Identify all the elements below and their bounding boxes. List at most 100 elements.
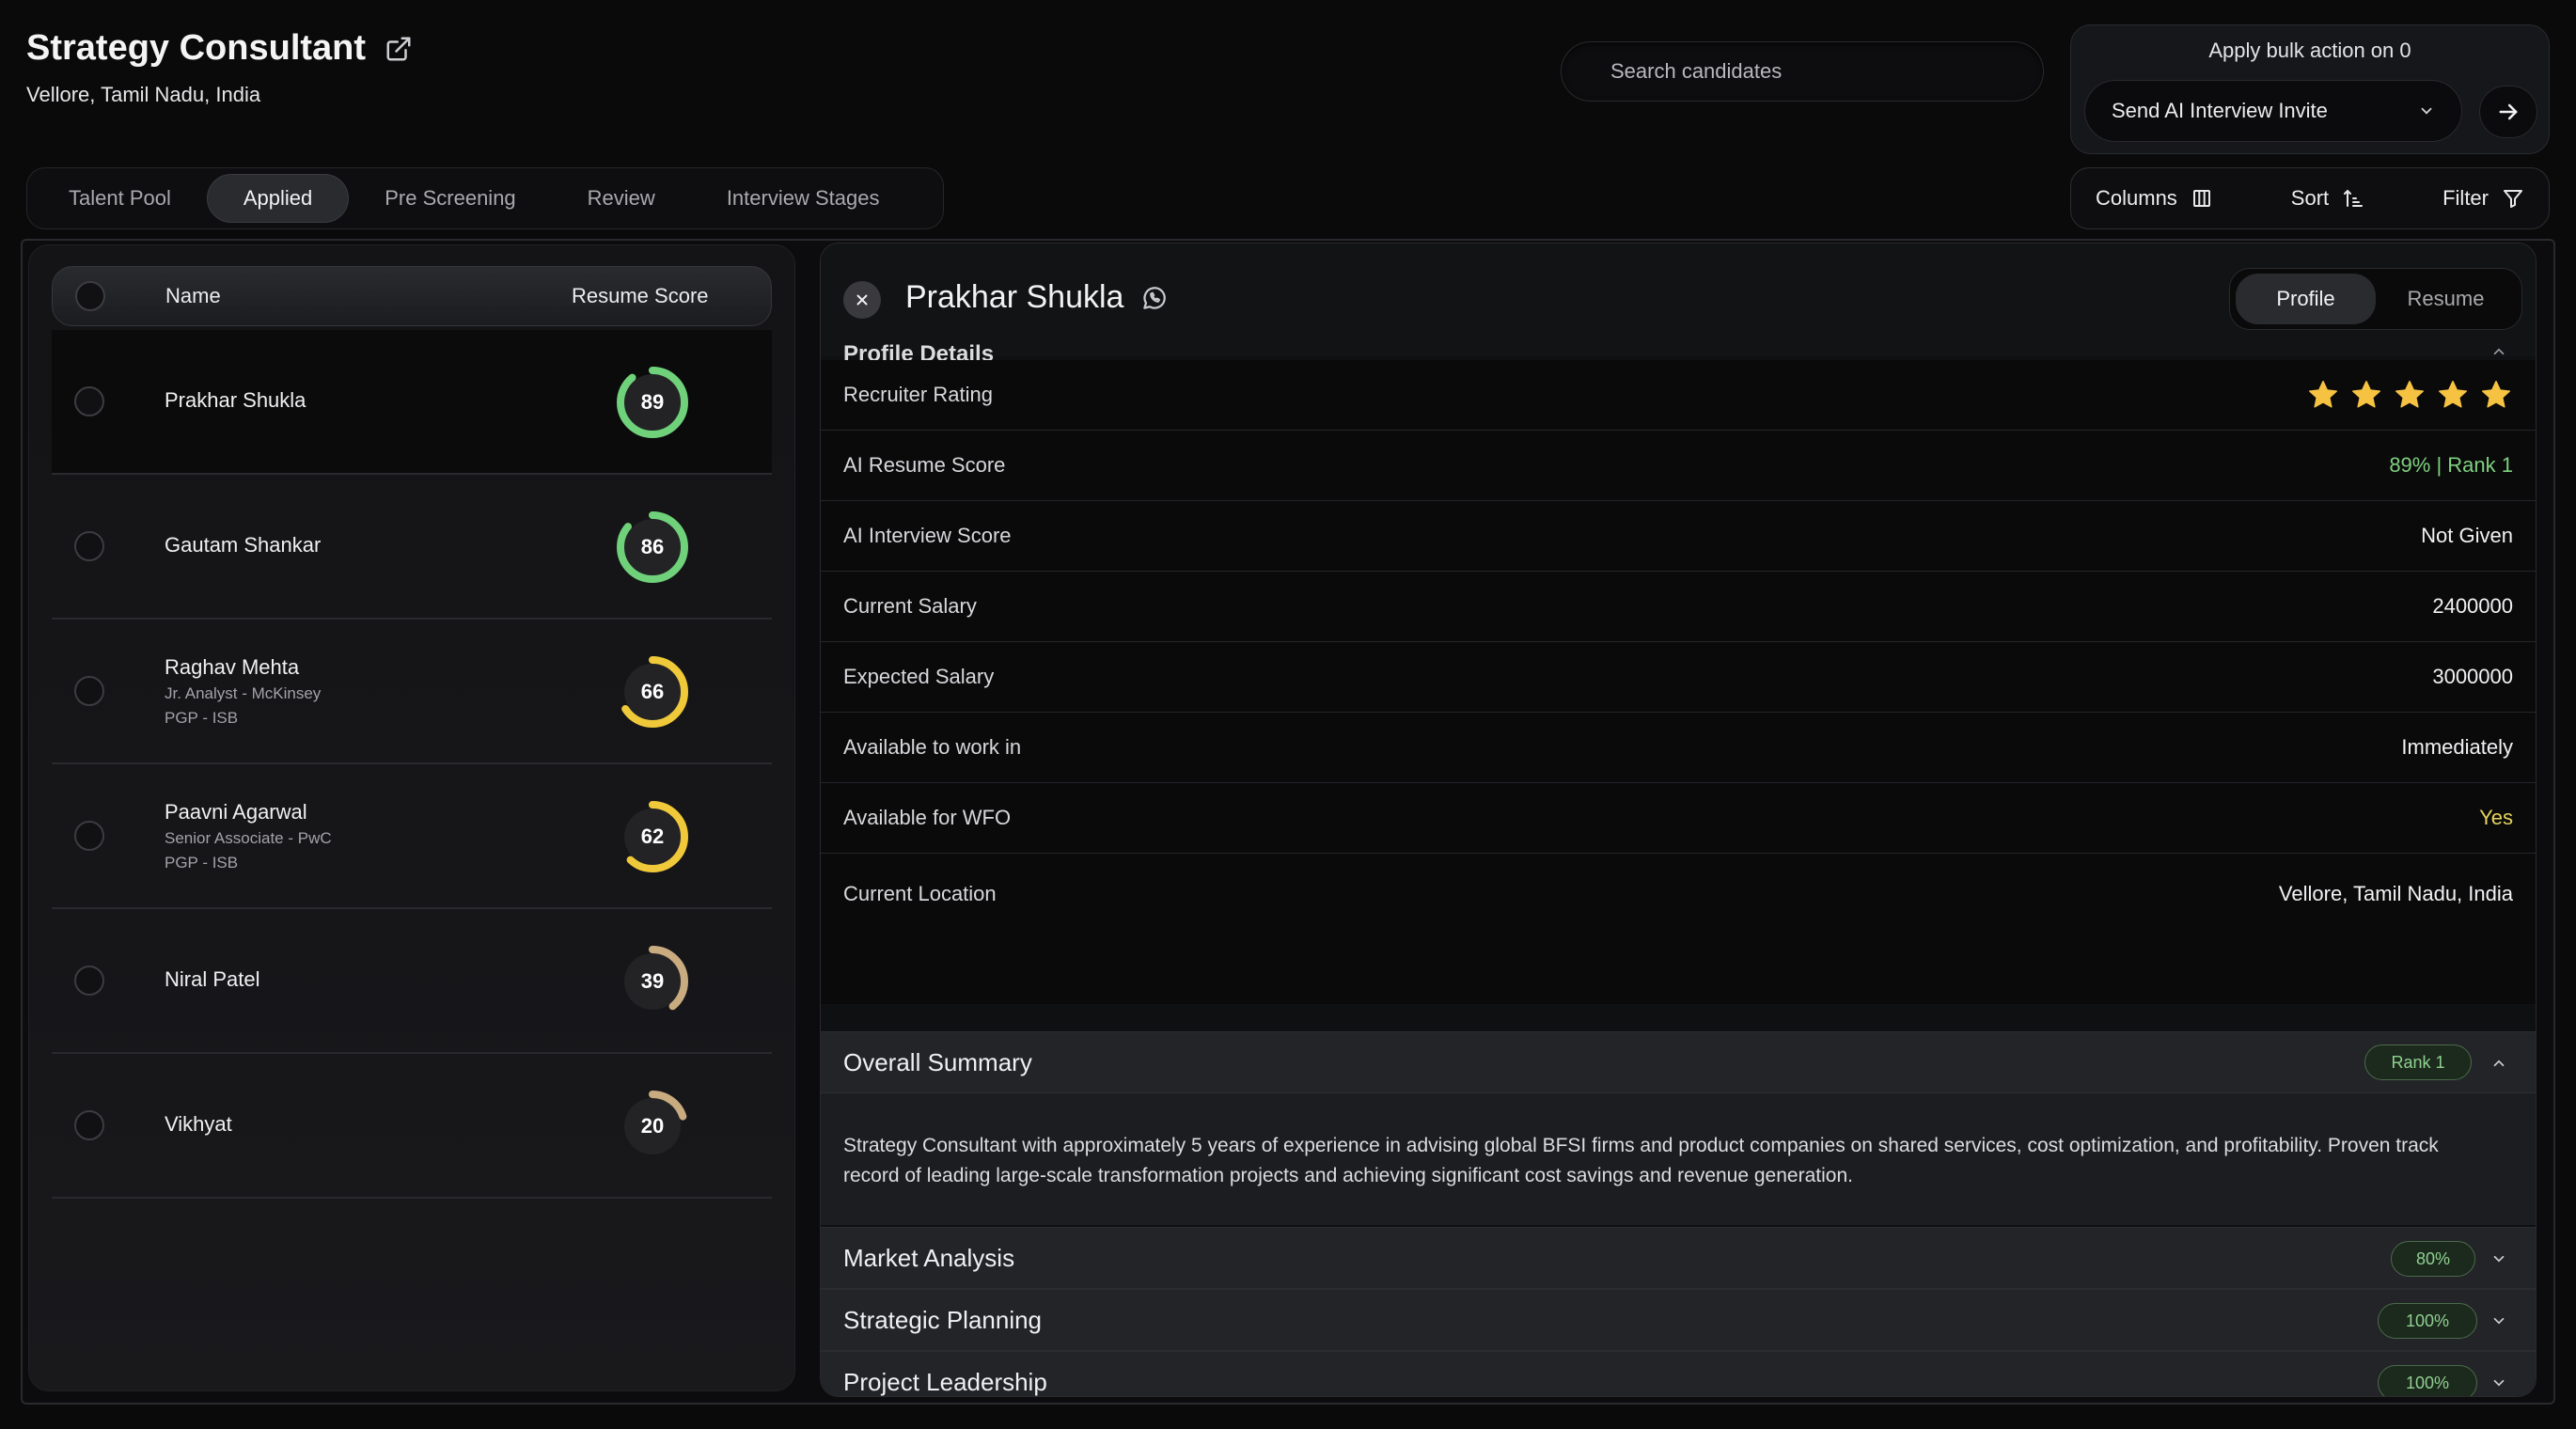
search-input[interactable]: Search candidates xyxy=(1561,41,2044,102)
star-icon[interactable] xyxy=(2349,378,2383,412)
filter-button[interactable]: Filter xyxy=(2442,186,2524,211)
tab-profile[interactable]: Profile xyxy=(2236,274,2376,324)
tab-interview-stages[interactable]: Interview Stages xyxy=(691,174,916,223)
close-button[interactable] xyxy=(843,281,881,319)
chevron-down-icon[interactable] xyxy=(2490,1374,2507,1391)
skill-score-badge: 100% xyxy=(2378,1303,2477,1339)
bulk-action-panel: Apply bulk action on 0 Send AI Interview… xyxy=(2070,24,2550,154)
score-ring: 62 xyxy=(612,796,693,877)
row-select-radio[interactable] xyxy=(74,676,104,706)
tab-pre-screening[interactable]: Pre Screening xyxy=(349,174,551,223)
stage-tabs: Talent Pool Applied Pre Screening Review… xyxy=(26,167,944,229)
candidate-list: Name Resume Score Prakhar Shukla 89 Gaut… xyxy=(28,244,795,1391)
bulk-apply-button[interactable] xyxy=(2479,86,2537,138)
columns-icon xyxy=(2192,190,2210,207)
accordion-title: Market Analysis xyxy=(843,1243,1015,1272)
score-ring: 86 xyxy=(612,507,693,588)
bulk-action-select[interactable]: Send AI Interview Invite xyxy=(2084,80,2462,142)
candidate-row[interactable]: Vikhyat 20 xyxy=(52,1054,772,1199)
score-ring: 20 xyxy=(612,1086,693,1167)
field-value: 2400000 xyxy=(2432,594,2513,618)
skill-accordion-market-analysis[interactable]: Market Analysis 80% xyxy=(821,1227,2536,1289)
candidate-detail-panel: Prakhar Shukla Profile Resume Profile De… xyxy=(820,243,2537,1397)
skill-score-badge: 80% xyxy=(2391,1241,2475,1277)
accordion-title: Overall Summary xyxy=(843,1047,1032,1076)
field-current-salary: Current Salary 2400000 xyxy=(821,572,2536,642)
field-value: Immediately xyxy=(2401,735,2513,759)
score-value: 89 xyxy=(640,390,665,414)
row-select-radio[interactable] xyxy=(74,1110,104,1140)
row-select-radio[interactable] xyxy=(74,821,104,851)
candidate-row[interactable]: Gautam Shankar 86 xyxy=(52,475,772,620)
tab-review[interactable]: Review xyxy=(552,174,691,223)
chevron-down-icon xyxy=(2421,107,2432,115)
columns-button[interactable]: Columns xyxy=(2096,186,2213,211)
row-select-radio[interactable] xyxy=(74,966,104,996)
whatsapp-icon[interactable] xyxy=(1140,284,1169,312)
chevron-up-icon[interactable] xyxy=(2490,343,2507,360)
star-icon[interactable] xyxy=(2436,378,2470,412)
field-available-for-wfo: Available for WFO Yes xyxy=(821,783,2536,854)
list-header: Name Resume Score xyxy=(52,266,772,326)
detail-name-text: Prakhar Shukla xyxy=(905,279,1124,315)
tab-applied[interactable]: Applied xyxy=(206,174,350,223)
field-label: Current Location xyxy=(843,882,997,905)
candidate-row[interactable]: Paavni Agarwal Senior Associate - PwC PG… xyxy=(52,764,772,909)
candidate-role: Jr. Analyst - McKinsey xyxy=(165,684,322,702)
field-ai-interview-score: AI Interview Score Not Given xyxy=(821,501,2536,572)
profile-resume-toggle: Profile Resume xyxy=(2229,268,2522,330)
candidate-detail-name: Prakhar Shukla xyxy=(905,279,1169,316)
candidate-row[interactable]: Prakhar Shukla 89 xyxy=(52,330,772,475)
skill-score-badge: 100% xyxy=(2378,1365,2477,1396)
candidate-row[interactable]: Niral Patel 39 xyxy=(52,909,772,1054)
row-select-radio[interactable] xyxy=(74,386,104,416)
external-link-icon[interactable] xyxy=(385,35,413,63)
select-all-radio[interactable] xyxy=(75,281,105,311)
star-icon[interactable] xyxy=(2479,378,2513,412)
sort-button[interactable]: Sort xyxy=(2291,186,2364,211)
accordion-title: Strategic Planning xyxy=(843,1305,1043,1334)
candidate-row[interactable]: Raghav Mehta Jr. Analyst - McKinsey PGP … xyxy=(52,620,772,764)
search-placeholder: Search candidates xyxy=(1610,59,1783,83)
tab-resume[interactable]: Resume xyxy=(2376,274,2516,324)
detail-header: Prakhar Shukla Profile Resume xyxy=(821,243,2536,356)
field-label: Current Salary xyxy=(843,594,977,618)
star-icon[interactable] xyxy=(2306,378,2340,412)
field-value: 3000000 xyxy=(2432,665,2513,688)
columns-label: Columns xyxy=(2096,186,2177,210)
score-ring: 89 xyxy=(612,362,693,443)
candidate-role: Senior Associate - PwC xyxy=(165,829,332,847)
tab-talent-pool[interactable]: Talent Pool xyxy=(33,174,207,223)
sort-label: Sort xyxy=(2290,186,2330,210)
field-expected-salary: Expected Salary 3000000 xyxy=(821,642,2536,713)
bulk-action-label: Apply bulk action on 0 xyxy=(2208,39,2411,62)
field-label: AI Interview Score xyxy=(843,524,1012,547)
bulk-action-value: Send AI Interview Invite xyxy=(2112,99,2328,122)
chevron-down-icon[interactable] xyxy=(2490,1312,2507,1329)
overall-summary-header[interactable]: Overall Summary Rank 1 xyxy=(821,1031,2536,1093)
field-label: Available to work in xyxy=(843,735,1022,759)
candidate-name: Gautam Shankar xyxy=(165,533,322,557)
score-value: 62 xyxy=(640,824,665,848)
skill-accordion-project-leadership[interactable]: Project Leadership 100% xyxy=(821,1351,2536,1396)
profile-details-title[interactable]: Profile Details xyxy=(843,338,994,360)
column-header-name[interactable]: Name xyxy=(165,284,221,308)
field-value: Yes xyxy=(2479,806,2513,829)
field-label: Expected Salary xyxy=(843,665,995,688)
column-header-score[interactable]: Resume Score xyxy=(572,284,709,308)
score-value: 39 xyxy=(640,969,665,993)
score-ring: 66 xyxy=(612,652,693,732)
rating-stars[interactable] xyxy=(2306,378,2513,412)
candidate-name: Raghav Mehta xyxy=(165,655,300,679)
field-available-to-work: Available to work in Immediately xyxy=(821,713,2536,783)
chevron-up-icon[interactable] xyxy=(2490,1055,2507,1072)
row-select-radio[interactable] xyxy=(74,531,104,561)
table-tools: Columns Sort Filter xyxy=(2070,167,2550,229)
rank-badge: Rank 1 xyxy=(2364,1044,2472,1080)
field-recruiter-rating: Recruiter Rating xyxy=(821,360,2536,431)
chevron-down-icon[interactable] xyxy=(2490,1250,2507,1267)
job-title: Strategy Consultant xyxy=(26,28,413,69)
star-icon[interactable] xyxy=(2393,378,2427,412)
candidate-education: PGP - ISB xyxy=(165,854,239,872)
skill-accordion-strategic-planning[interactable]: Strategic Planning 100% xyxy=(821,1289,2536,1351)
